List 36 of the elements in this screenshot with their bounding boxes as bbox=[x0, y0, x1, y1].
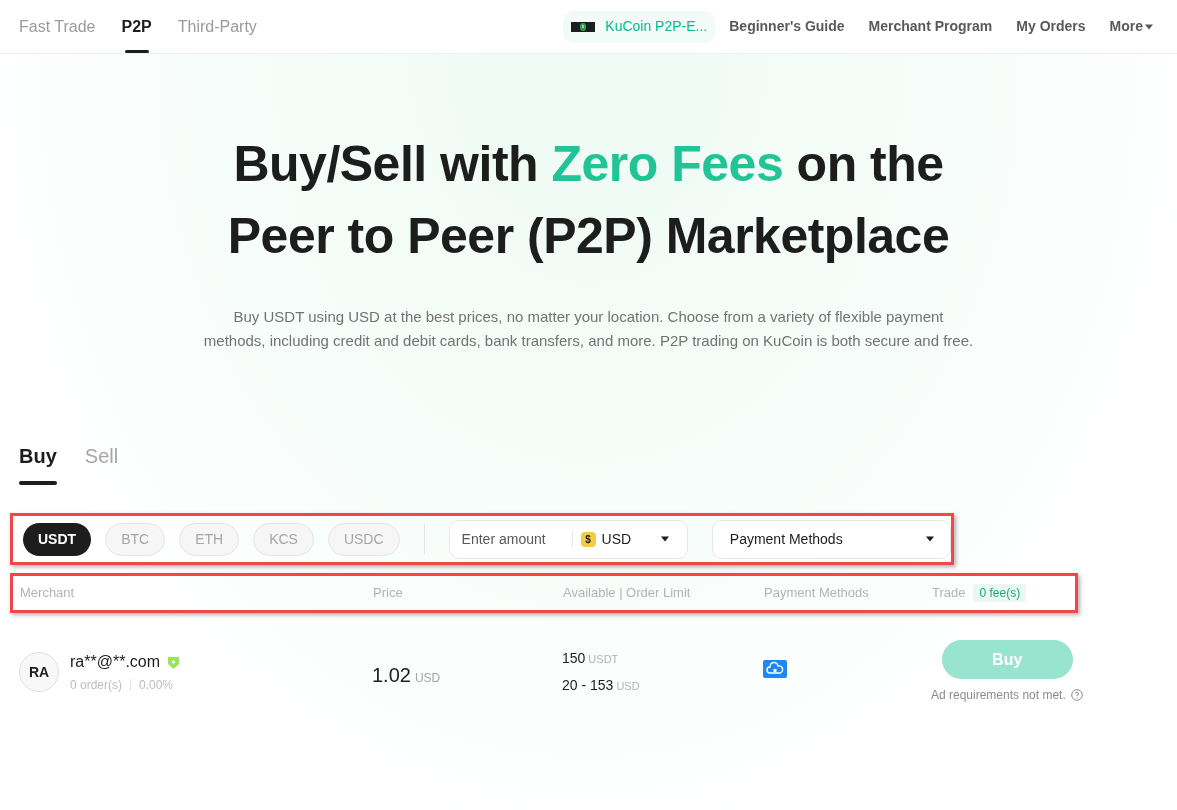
payment-methods-dropdown[interactable]: Payment Methods bbox=[711, 519, 951, 559]
available-unit: USDT bbox=[588, 652, 619, 667]
currency-dropdown[interactable]: $ USD bbox=[580, 528, 669, 550]
trade-side-tab[interactable]: Buy bbox=[19, 441, 57, 485]
coin-chip[interactable]: USDT bbox=[23, 522, 92, 556]
hero-subtitle: Buy USDT using USD at the best prices, no matter your location. Choose from a variety of flexible payment methods, including credit and debit cards, bank transfers, and more. P2P trading on KuCoin is both secure and free. bbox=[203, 307, 974, 351]
more-menu[interactable]: More bbox=[1109, 16, 1153, 37]
column-header: Merchant bbox=[20, 584, 75, 603]
cloud-payment-icon bbox=[763, 660, 787, 678]
nav-link[interactable]: My Orders bbox=[1016, 16, 1086, 37]
price-value: 1.02 bbox=[372, 663, 411, 688]
help-icon bbox=[1070, 689, 1083, 701]
caret-icon bbox=[660, 536, 669, 542]
limit-unit: USD bbox=[616, 679, 640, 694]
merchant-avatar: RA bbox=[19, 652, 59, 692]
caret-icon bbox=[1145, 23, 1153, 30]
column-header: Available | Order Limit bbox=[563, 584, 691, 603]
fee-badge: 0 fee(s) bbox=[973, 584, 1027, 602]
caret-icon bbox=[926, 536, 934, 542]
dollar-icon: $ bbox=[580, 531, 596, 547]
amount-field[interactable]: Enter amount $ USD bbox=[448, 519, 688, 559]
nav-link[interactable]: Beginner's Guide bbox=[729, 16, 845, 37]
available-amount: 150 bbox=[562, 649, 586, 668]
column-header: Payment Methods bbox=[764, 584, 869, 603]
nav-tab[interactable]: P2P bbox=[121, 0, 152, 53]
price-unit: USD bbox=[414, 670, 441, 687]
column-header: Trade bbox=[932, 584, 966, 603]
active-tab-indicator bbox=[19, 481, 57, 485]
hero-headline: Buy/Sell with Zero Fees on the Peer to Peer (P2P) Marketplace bbox=[226, 135, 951, 266]
ad-requirement-note: Ad requirements not met. bbox=[931, 687, 1066, 704]
column-header: Price bbox=[373, 584, 403, 603]
nav-link[interactable]: Merchant Program bbox=[868, 16, 993, 37]
order-count: 0 order(s) bbox=[70, 677, 122, 694]
order-limit: 20 - 153 bbox=[562, 676, 614, 695]
completion-rate: 0.00% bbox=[139, 677, 174, 694]
active-tab-indicator bbox=[124, 50, 149, 53]
